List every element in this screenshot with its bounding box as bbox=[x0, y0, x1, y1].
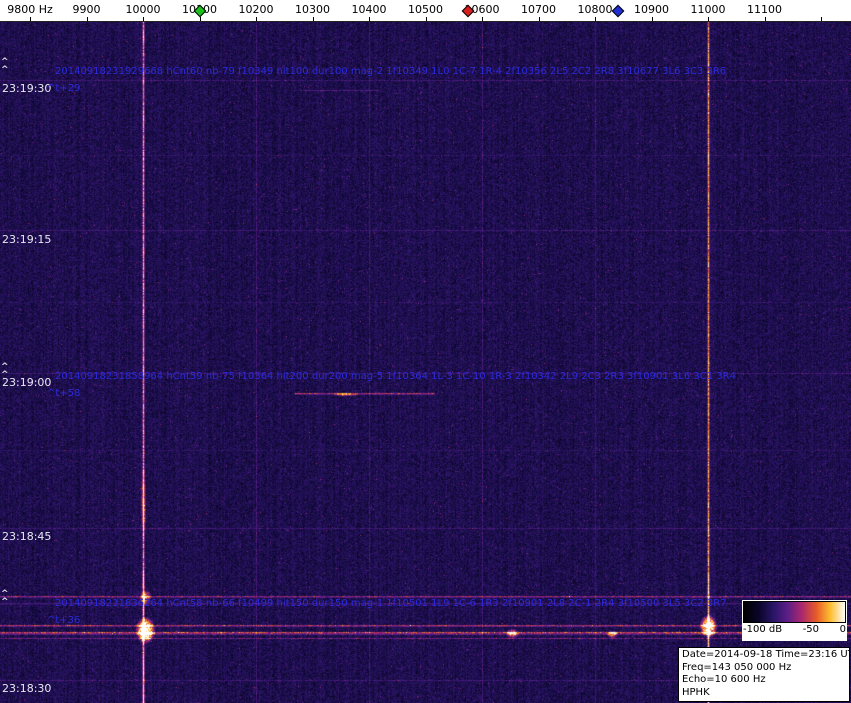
freq-tick-label: 10200 bbox=[238, 3, 274, 16]
spectrogram-app: 9800 Hz990010000101001020010300104001050… bbox=[0, 0, 851, 703]
freq-tick-label: 10900 bbox=[634, 3, 669, 16]
event-annotation: 20140918231836264 hCnt58 nb-66 f10499 hi… bbox=[55, 598, 727, 609]
freq-tick bbox=[143, 17, 144, 21]
freq-tick-label: 10700 bbox=[521, 3, 556, 16]
info-line-echo: Echo=10 600 Hz bbox=[682, 674, 766, 685]
event-annotation: 20140918231929668 hCnt60 nb-79 f10349 hi… bbox=[55, 66, 727, 77]
colorbar-gradient bbox=[743, 601, 846, 623]
blue-freq-marker-icon[interactable] bbox=[611, 4, 624, 18]
freq-tick-label: 10800 bbox=[577, 3, 613, 16]
freq-tick-label: 11000 bbox=[690, 3, 726, 16]
frequency-axis: 9800 Hz990010000101001020010300104001050… bbox=[0, 0, 851, 22]
freq-tick bbox=[595, 17, 596, 21]
freq-tick bbox=[30, 17, 31, 21]
freq-tick-label: 9900 bbox=[72, 3, 101, 16]
info-line-datetime: Date=2014-09-18 Time=23:16 UTC bbox=[682, 649, 850, 660]
freq-tick bbox=[821, 17, 822, 21]
event-time-offset: ^t+36 bbox=[47, 615, 81, 626]
freq-tick-label: 10500 bbox=[408, 3, 443, 16]
freq-tick-label: 10000 bbox=[125, 3, 161, 16]
colorbar: -100 dB -50 0 bbox=[742, 600, 847, 641]
time-label: 23:18:30 bbox=[2, 682, 52, 695]
colorbar-labels: -100 dB -50 0 bbox=[743, 624, 846, 635]
time-label: 23:19:30 bbox=[2, 82, 52, 95]
info-box: Date=2014-09-18 Time=23:16 UTC Freq=143 … bbox=[678, 647, 850, 702]
event-edge-marker-icon: ^ ^ bbox=[1, 57, 9, 75]
event-annotation: 20140918231858964 hCnt59 nb-75 f10364 hi… bbox=[55, 371, 736, 382]
time-label: 23:19:00 bbox=[2, 376, 52, 389]
time-label: 23:18:45 bbox=[2, 530, 52, 543]
freq-tick-label: 9800 Hz bbox=[7, 3, 53, 16]
info-line-station: HPHK bbox=[682, 686, 710, 698]
freq-tick bbox=[538, 17, 540, 21]
freq-tick bbox=[369, 17, 370, 21]
freq-tick-label: 10400 bbox=[351, 3, 387, 16]
info-line-frequency: Freq=143 050 000 Hz bbox=[682, 661, 792, 673]
freq-tick bbox=[256, 17, 257, 21]
freq-tick-label: 10300 bbox=[295, 3, 330, 16]
freq-tick bbox=[86, 17, 88, 21]
freq-tick bbox=[312, 17, 314, 21]
freq-tick bbox=[482, 17, 483, 21]
event-edge-marker-icon: ^ ^ bbox=[1, 362, 9, 380]
colorbar-label-max: 0 bbox=[839, 624, 846, 635]
freq-tick bbox=[651, 17, 653, 21]
freq-tick bbox=[764, 17, 766, 21]
colorbar-label-min: -100 dB bbox=[743, 624, 783, 635]
colorbar-label-mid: -50 bbox=[802, 624, 820, 635]
time-label: 23:19:15 bbox=[2, 233, 52, 246]
event-time-offset: ^t+58 bbox=[47, 388, 81, 399]
event-time-offset: ^t+29 bbox=[47, 83, 81, 94]
freq-tick-label: 11100 bbox=[747, 3, 782, 16]
event-edge-marker-icon: ^ ^ bbox=[1, 589, 9, 607]
freq-tick bbox=[708, 17, 709, 21]
freq-tick bbox=[425, 17, 427, 21]
